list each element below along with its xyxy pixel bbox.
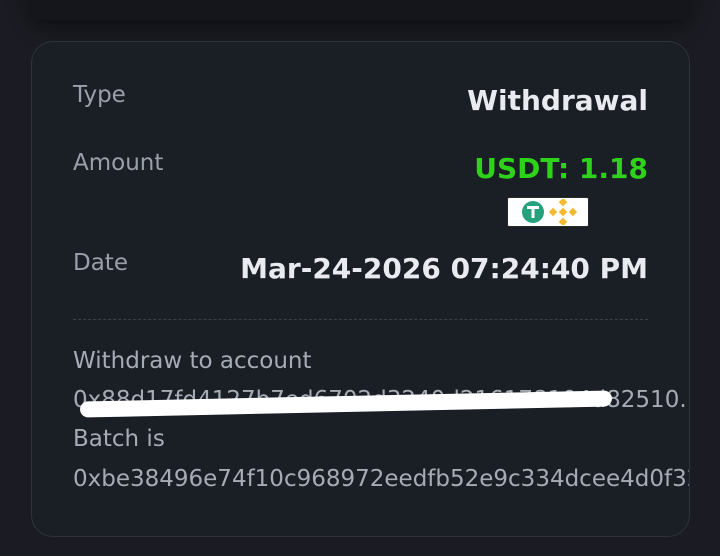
bnb-icon bbox=[549, 199, 577, 225]
type-label: Type bbox=[73, 82, 126, 108]
token-network-badge bbox=[507, 197, 589, 227]
withdraw-to-text: Withdraw to account bbox=[73, 348, 312, 374]
transaction-details-card: Type Withdrawal Amount USDT: 1.18 Date M… bbox=[31, 41, 690, 537]
batch-hash: 0xbe38496e74f10c968972eedfb52e9c334dcee4… bbox=[73, 466, 690, 492]
batch-label: Batch is bbox=[73, 426, 165, 452]
date-value: Mar-24-2026 07:24:40 PM bbox=[240, 252, 648, 285]
amount-label: Amount bbox=[73, 150, 164, 176]
type-value: Withdrawal bbox=[467, 84, 648, 117]
amount-value: USDT: 1.18 bbox=[474, 152, 648, 185]
top-panel-edge bbox=[28, 0, 692, 20]
divider bbox=[73, 319, 648, 320]
date-label: Date bbox=[73, 250, 128, 276]
tether-icon bbox=[522, 201, 544, 223]
